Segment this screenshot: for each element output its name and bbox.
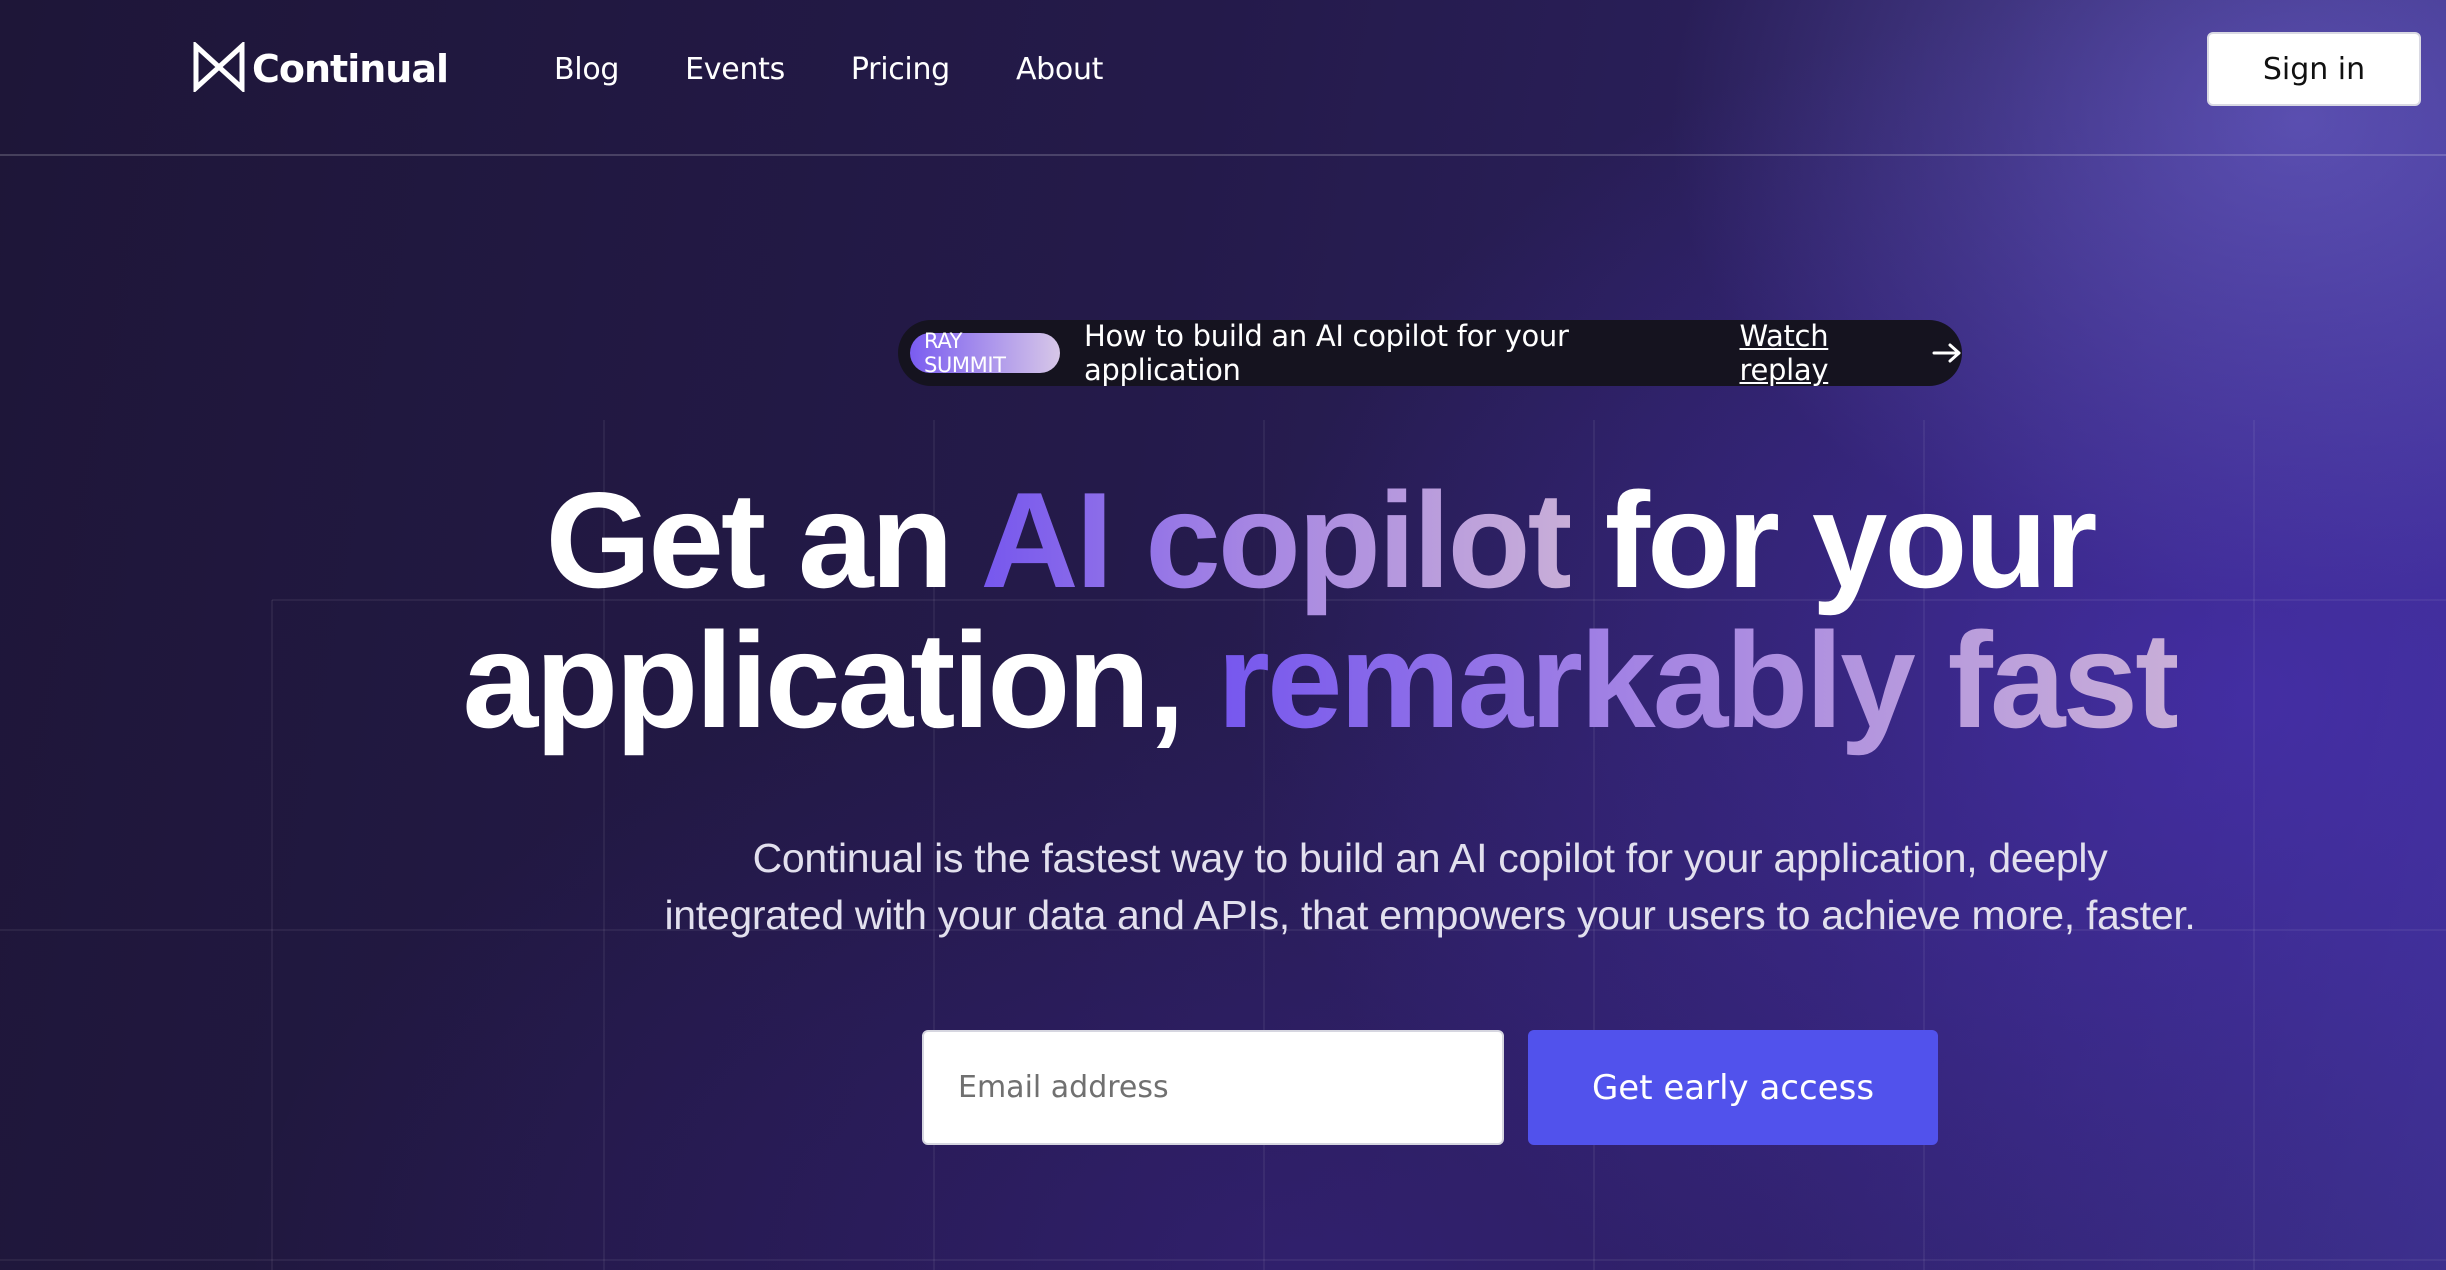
get-early-access-button[interactable]: Get early access (1528, 1030, 1938, 1145)
top-navigation-bar: Continual Blog Events Pricing About Sign… (0, 0, 2446, 156)
event-badge: RAY SUMMIT (910, 329, 1060, 377)
hero-subtitle-line1: Continual is the fastest way to build an… (752, 835, 2108, 881)
logo-text: Continual (252, 47, 449, 91)
hero-subtitle-line2: integrated with your data and APIs, that… (664, 892, 2196, 938)
hero-title-highlight-ai-copilot: AI copilot (980, 464, 1573, 616)
announcement-banner[interactable]: RAY SUMMIT How to build an AI copilot fo… (898, 319, 1962, 387)
email-input[interactable] (922, 1030, 1504, 1145)
hero-title-part1: Get an (545, 464, 981, 616)
watch-replay-link[interactable]: Watch replay (1740, 319, 1921, 387)
announcement-text: How to build an AI copilot for your appl… (1083, 319, 1569, 387)
hero-subtitle: Continual is the fastest way to build an… (540, 830, 2320, 944)
hero-title-part2: for your (1569, 464, 2098, 616)
main-nav: Blog Events Pricing About (554, 48, 1103, 90)
nav-link-blog[interactable]: Blog (554, 52, 619, 87)
hero-title-highlight-remarkably-fast: remarkably fast (1216, 604, 2180, 756)
arrow-right-icon (1932, 342, 1962, 364)
hero-title-part3: application, (462, 604, 1217, 756)
bowtie-logo-icon (192, 39, 246, 97)
nav-link-pricing[interactable]: Pricing (851, 52, 950, 87)
sign-in-button[interactable]: Sign in (2207, 32, 2421, 106)
nav-link-events[interactable]: Events (685, 52, 785, 87)
logo[interactable]: Continual (192, 39, 449, 97)
nav-link-about[interactable]: About (1016, 52, 1104, 87)
hero-title: Get an AI copilot for your application, … (340, 470, 2300, 750)
